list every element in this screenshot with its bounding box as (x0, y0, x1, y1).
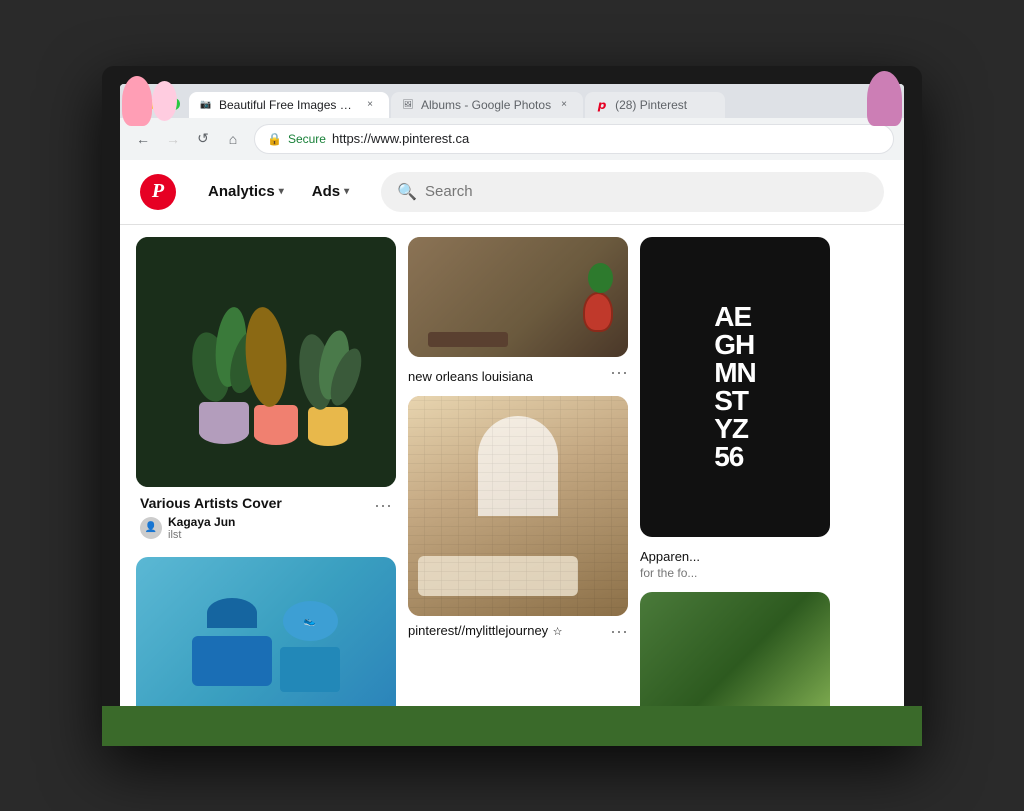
tab-1-close-button[interactable]: × (363, 98, 377, 112)
garden-scene (640, 592, 830, 728)
pin-typography-caption: Apparen... (640, 549, 700, 564)
pin-nola-caption: new orleans louisiana (408, 369, 533, 384)
clothing-scene: 👟 (136, 557, 396, 728)
pin-nola-more-button[interactable]: ··· (610, 363, 628, 381)
pin-interior-caption-wrap: pinterest//mylittlejourney ☆ (408, 622, 563, 640)
tab-3-favicon: 𝙥 (595, 98, 609, 112)
back-button[interactable]: ← (130, 126, 156, 152)
pin-interior-image (408, 396, 628, 616)
browser-tab-1[interactable]: 📷 Beautiful Free Images & Pictur... × (189, 92, 389, 118)
pin-interior-more-button[interactable]: ··· (610, 622, 628, 640)
browser-tab-2[interactable]: 🖼 Albums - Google Photos × (391, 92, 583, 118)
pin-card-interior[interactable]: pinterest//mylittlejourney ☆ ··· (408, 396, 628, 640)
forward-button[interactable]: → (160, 126, 186, 152)
browser-screen: 📷 Beautiful Free Images & Pictur... × 🖼 … (120, 84, 904, 728)
search-placeholder: Search (425, 183, 473, 200)
ads-menu-item[interactable]: Ads ▾ (300, 175, 361, 208)
search-icon: 🔍 (397, 182, 417, 202)
pin-plants-author: 👤 Kagaya Jun ilst (140, 515, 392, 541)
plant-top-decoration (588, 263, 613, 293)
laptop-frame: 📷 Beautiful Free Images & Pictur... × 🖼 … (102, 66, 922, 746)
pin-plants-author-avatar: 👤 (140, 517, 162, 539)
secure-lock-icon: 🔒 (267, 132, 282, 146)
shirt-decoration (192, 636, 272, 686)
pin-interior-info: pinterest//mylittlejourney ☆ ··· (408, 622, 628, 640)
pin-nola-image (408, 237, 628, 357)
analytics-menu-item[interactable]: Analytics ▾ (196, 175, 296, 208)
interior-scene (408, 396, 628, 616)
brick-pattern (408, 396, 628, 616)
home-button[interactable]: ⌂ (220, 126, 246, 152)
nav-menu: Analytics ▾ Ads ▾ (196, 175, 361, 208)
tab-2-close-button[interactable]: × (557, 98, 571, 112)
pin-column-2: new orleans louisiana ··· (408, 237, 628, 716)
hat-decoration (207, 598, 257, 628)
bench-decoration (428, 332, 508, 347)
analytics-chevron-icon: ▾ (279, 186, 284, 197)
pin-plants-title: Various Artists Cover (140, 495, 282, 511)
ads-chevron-icon: ▾ (344, 186, 349, 197)
pin-typography-info: Apparen... for the fo... (640, 543, 830, 580)
typography-text: AEGHMNSTYZ56 (704, 293, 766, 481)
accessory-decoration: 👟 (283, 601, 338, 641)
pin-plants-image (136, 237, 396, 487)
reload-button[interactable]: ↺ (190, 126, 216, 152)
pin-plants-author-info: Kagaya Jun ilst (168, 515, 235, 541)
pin-plants-info: Various Artists Cover ··· 👤 Kagaya Jun i… (136, 487, 396, 545)
ads-label: Ads (312, 183, 340, 200)
pin-plants-author-handle: ilst (168, 529, 235, 541)
pin-card-plants[interactable]: Various Artists Cover ··· 👤 Kagaya Jun i… (136, 237, 396, 545)
tab-2-favicon: 🖼 (401, 98, 415, 112)
pin-garden-image (640, 592, 830, 728)
accessory2-decoration (280, 647, 340, 692)
pot-decoration (583, 292, 613, 332)
pin-plants-author-name: Kagaya Jun (168, 515, 235, 529)
pin-card-clothing[interactable]: 👟 (136, 557, 396, 728)
pin-interior-caption: pinterest//mylittlejourney (408, 623, 548, 638)
pin-plants-more-button[interactable]: ··· (374, 496, 392, 514)
pin-column-3: AEGHMNSTYZ56 Apparen... for the fo... (640, 237, 830, 716)
pinterest-logo[interactable]: P (140, 174, 176, 210)
tabs-row: 📷 Beautiful Free Images & Pictur... × 🖼 … (189, 92, 896, 118)
nav-buttons: ← → ↺ ⌂ (130, 126, 246, 152)
pin-column-1: Various Artists Cover ··· 👤 Kagaya Jun i… (136, 237, 396, 716)
secure-label: Secure (288, 132, 326, 146)
tab-1-favicon: 📷 (199, 98, 213, 112)
pin-typography-captions: Apparen... for the fo... (640, 543, 700, 580)
pinterest-p-letter: P (152, 180, 164, 203)
pin-card-garden[interactable] (640, 592, 830, 728)
url-display: https://www.pinterest.ca (332, 131, 469, 146)
pinterest-navbar: P Analytics ▾ Ads ▾ 🔍 Search (120, 160, 904, 225)
search-bar[interactable]: 🔍 Search (381, 172, 884, 212)
star-icon: ☆ (553, 626, 563, 638)
browser-chrome: 📷 Beautiful Free Images & Pictur... × 🖼 … (120, 84, 904, 160)
pin-card-typography[interactable]: AEGHMNSTYZ56 Apparen... for the fo... (640, 237, 830, 580)
tab-2-title: Albums - Google Photos (421, 98, 551, 112)
pin-card-nola[interactable]: new orleans louisiana ··· (408, 237, 628, 384)
tab-1-title: Beautiful Free Images & Pictur... (219, 98, 357, 112)
tab-bar: 📷 Beautiful Free Images & Pictur... × 🖼 … (120, 84, 904, 118)
pin-nola-info: new orleans louisiana ··· (408, 363, 628, 384)
pinterest-content-grid: Various Artists Cover ··· 👤 Kagaya Jun i… (120, 225, 904, 728)
tab-3-title: (28) Pinterest (615, 98, 713, 112)
address-bar[interactable]: 🔒 Secure https://www.pinterest.ca (254, 124, 894, 154)
pin-typography-subcaption: for the fo... (640, 566, 700, 580)
address-bar-row: ← → ↺ ⌂ 🔒 Secure https://www.pinterest.c… (120, 118, 904, 160)
ground-decoration (640, 706, 830, 728)
pinterest-page: P Analytics ▾ Ads ▾ 🔍 Search (120, 160, 904, 728)
nola-scene (408, 237, 628, 357)
pin-clothing-image: 👟 (136, 557, 396, 728)
analytics-label: Analytics (208, 183, 275, 200)
browser-tab-3[interactable]: 𝙥 (28) Pinterest (585, 92, 725, 118)
pin-typography-image: AEGHMNSTYZ56 (640, 237, 830, 537)
